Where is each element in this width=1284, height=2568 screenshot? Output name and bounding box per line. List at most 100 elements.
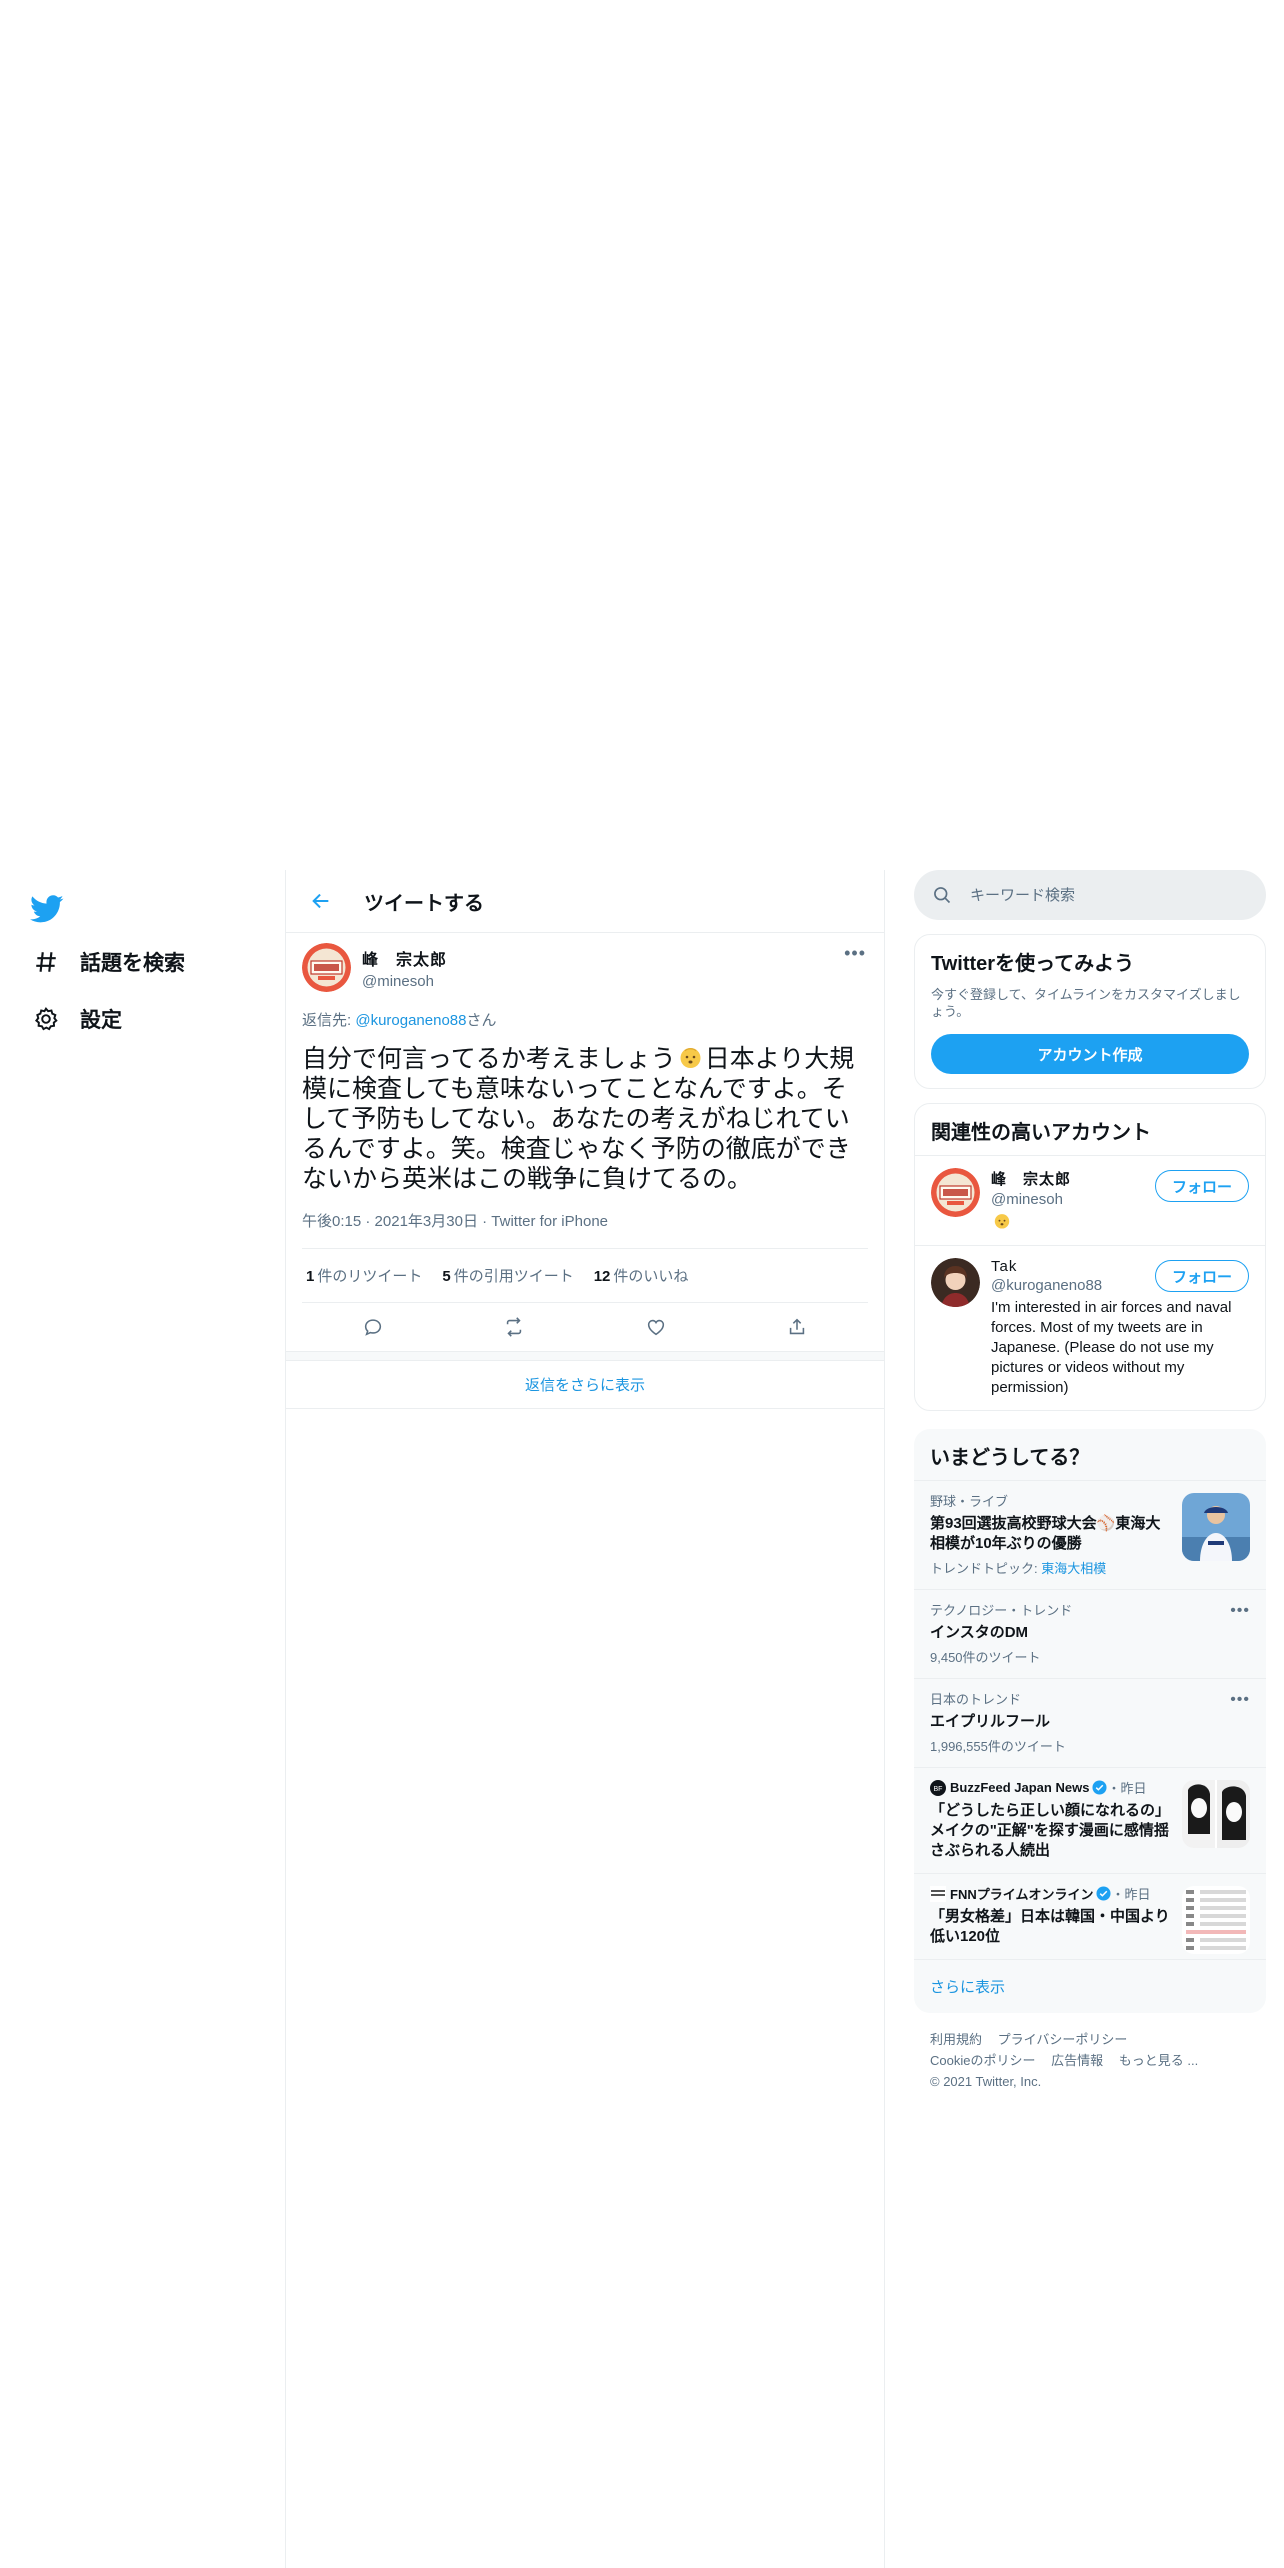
nav-settings[interactable]: 設定 — [32, 999, 122, 1039]
ads-link[interactable]: 広告情報 — [1051, 2053, 1103, 2068]
tweet-actions — [302, 1303, 868, 1351]
create-account-button[interactable]: アカウント作成 — [931, 1034, 1249, 1074]
trend-count: 1,996,555件のツイート — [930, 1739, 1066, 1754]
trend-thumbnail — [1182, 1493, 1250, 1561]
search-icon — [934, 887, 951, 904]
news-source: BuzzFeed Japan News — [950, 1780, 1090, 1795]
signup-card: Twitterを使ってみよう 今すぐ登録して、タイムラインをカスタマイズしましょ… — [914, 934, 1266, 1089]
account-item[interactable]: 峰 宗太郎 @minesoh フォロー — [915, 1155, 1265, 1245]
news-item[interactable]: FNNプライムオンライン ・昨日 「男女格差」日本は韓国・中国より低い120位 — [914, 1873, 1266, 1959]
account-item[interactable]: Tak @kuroganeno88 I'm interested in air … — [915, 1245, 1265, 1410]
reply-context: 返信先: @kuroganeno88さん — [302, 1009, 868, 1030]
tweet-date[interactable]: 2021年3月30日 — [375, 1213, 478, 1230]
news-time: ・昨日 — [1107, 1781, 1147, 1796]
nav-explore-label: 話題を検索 — [80, 952, 185, 975]
back-button[interactable] — [304, 884, 338, 918]
reply-icon[interactable] — [356, 1310, 390, 1344]
show-more-trends-link[interactable]: さらに表示 — [914, 1959, 1266, 2013]
tweet-meta: 午後0:15 · 2021年3月30日 · Twitter for iPhone — [302, 1213, 609, 1230]
trend-title: インスタのDM — [930, 1624, 1029, 1641]
nav-settings-label: 設定 — [80, 1009, 122, 1032]
reply-prefix: 返信先: — [302, 1012, 356, 1029]
news-title: 「どうしたら正しい顔になれるの」メイクの"正解"を探す漫画に感情揺さぶられる人続… — [930, 1802, 1171, 1859]
left-navigation: 話題を検索 設定 — [0, 870, 285, 2568]
news-item[interactable]: BF BuzzFeed Japan News ・昨日 「どうしたら正しい顔になれ… — [914, 1767, 1266, 1873]
show-more-replies-link[interactable]: 返信をさらに表示 — [286, 1361, 884, 1409]
retweet-icon[interactable] — [497, 1310, 531, 1344]
cookies-link[interactable]: Cookieのポリシー — [930, 2053, 1035, 2068]
trends-title: いまどうしてる？ — [930, 1447, 1090, 1469]
more-options-icon[interactable]: ••• — [1230, 1691, 1250, 1709]
primary-column: ツイートする 峰 宗太郎 @minesoh ••• 返信先: @kurogane… — [285, 870, 885, 2568]
trend-category: 日本のトレンド — [930, 1692, 1022, 1707]
tweet-time[interactable]: 午後0:15 — [302, 1213, 361, 1230]
trend-item[interactable]: 日本のトレンド エイプリルフール 1,996,555件のツイート ••• — [914, 1678, 1266, 1767]
verified-icon — [1092, 1780, 1107, 1795]
svg-text:BF: BF — [934, 1786, 943, 1793]
page-title: ツイートする — [364, 892, 484, 915]
trends-card: いまどうしてる？ 野球・ライブ 第93回選抜高校野球大会⚾東海大相模が10年ぶり… — [914, 1429, 1266, 2013]
related-title: 関連性の高いアカウント — [931, 1122, 1151, 1144]
reply-suffix: さん — [466, 1012, 497, 1029]
signup-title: Twitterを使ってみよう — [931, 953, 1135, 975]
source-logo-icon: BF — [930, 1779, 946, 1796]
emoji-icon — [678, 1045, 703, 1070]
more-link[interactable]: もっと見る ... — [1119, 2053, 1198, 2068]
verified-icon — [1096, 1886, 1111, 1901]
twitter-logo-icon[interactable] — [30, 892, 64, 926]
retweets-stat[interactable]: 1 件のリツイート — [306, 1265, 422, 1286]
quotes-stat[interactable]: 5 件の引用ツイート — [442, 1265, 573, 1286]
related-accounts-card: 関連性の高いアカウント 峰 宗太郎 @minesoh フォロー Tak @kur… — [914, 1103, 1266, 1411]
follow-button[interactable]: フォロー — [1154, 1170, 1249, 1202]
section-divider — [286, 1351, 884, 1361]
news-thumbnail — [1182, 1780, 1250, 1848]
news-thumbnail — [1182, 1886, 1250, 1954]
focused-tweet: 峰 宗太郎 @minesoh ••• 返信先: @kuroganeno88さん … — [286, 933, 884, 1361]
gear-icon — [32, 1005, 60, 1033]
news-title: 「男女格差」日本は韓国・中国より低い120位 — [930, 1908, 1170, 1945]
arrow-left-icon — [312, 893, 329, 909]
trend-topic: トレンドトピック: 東海大相模 — [930, 1561, 1107, 1576]
signup-subtitle: 今すぐ登録して、タイムラインをカスタマイズしましょう。 — [931, 987, 1241, 1019]
avatar[interactable] — [931, 1258, 980, 1307]
hashtag-icon — [32, 948, 60, 976]
like-icon[interactable] — [639, 1310, 673, 1344]
tweet-client[interactable]: Twitter for iPhone — [491, 1213, 608, 1230]
footer: 利用規約 プライバシーポリシー Cookieのポリシー 広告情報 もっと見る .… — [914, 2013, 1266, 2108]
tweet-stats: 1 件のリツイート 5 件の引用ツイート 12 件のいいね — [302, 1248, 868, 1303]
sidebar: Twitterを使ってみよう 今すぐ登録して、タイムラインをカスタマイズしましょ… — [914, 870, 1266, 2108]
author-name[interactable]: 峰 宗太郎 — [362, 946, 447, 970]
news-time: ・昨日 — [1111, 1887, 1151, 1902]
trend-topic-link[interactable]: 東海大相模 — [1041, 1561, 1106, 1576]
tweet-text-part1: 自分で何言ってるか考えましょう — [302, 1045, 676, 1073]
account-bio: I'm interested in air forces and naval f… — [991, 1299, 1232, 1396]
trend-title: エイプリルフール — [930, 1713, 1051, 1730]
emoji-icon — [993, 1212, 1011, 1230]
avatar[interactable] — [931, 1168, 980, 1217]
account-bio — [991, 1212, 1245, 1233]
author-handle[interactable]: @minesoh — [362, 973, 447, 990]
privacy-link[interactable]: プライバシーポリシー — [998, 2032, 1128, 2047]
source-logo-icon — [930, 1885, 946, 1902]
terms-link[interactable]: 利用規約 — [930, 2032, 982, 2047]
more-options-button[interactable]: ••• — [844, 943, 866, 964]
trend-category: 野球・ライブ — [930, 1494, 1009, 1509]
reply-to-link[interactable]: @kuroganeno88 — [355, 1012, 466, 1029]
copyright: © 2021 Twitter, Inc. — [930, 2074, 1042, 2089]
more-options-icon[interactable]: ••• — [1230, 1602, 1250, 1620]
news-source: FNNプライムオンライン — [950, 1887, 1094, 1902]
nav-explore[interactable]: 話題を検索 — [32, 942, 185, 982]
column-header: ツイートする — [286, 870, 884, 933]
likes-stat[interactable]: 12 件のいいね — [594, 1265, 689, 1286]
search-box[interactable] — [914, 870, 1266, 920]
trend-count: 9,450件のツイート — [930, 1650, 1041, 1665]
trend-title: 第93回選抜高校野球大会⚾東海大相模が10年ぶりの優勝 — [930, 1515, 1161, 1552]
tweet-text: 自分で何言ってるか考えましょう 日本より大規模に検査しても意味ないってことなんです… — [302, 1044, 868, 1194]
trend-item[interactable]: テクノロジー・トレンド インスタのDM 9,450件のツイート ••• — [914, 1589, 1266, 1678]
trend-item[interactable]: 野球・ライブ 第93回選抜高校野球大会⚾東海大相模が10年ぶりの優勝 トレンドト… — [914, 1480, 1266, 1589]
avatar[interactable] — [302, 943, 351, 992]
search-input[interactable] — [970, 886, 1230, 904]
follow-button[interactable]: フォロー — [1154, 1260, 1249, 1292]
share-icon[interactable] — [780, 1310, 814, 1344]
trend-category: テクノロジー・トレンド — [930, 1603, 1073, 1618]
